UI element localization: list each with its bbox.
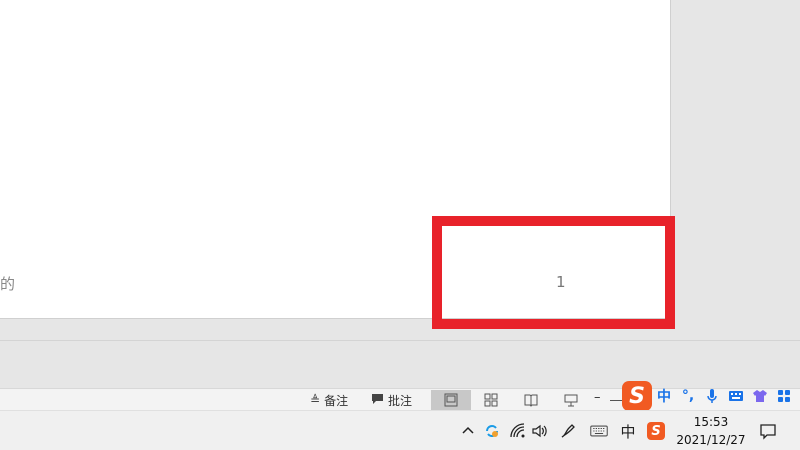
notes-icon: ≜ — [310, 393, 321, 407]
sogou-logo-icon[interactable]: S — [622, 381, 652, 411]
microphone-icon[interactable] — [700, 388, 724, 404]
comments-button[interactable]: 批注 — [371, 390, 412, 410]
document-canvas: 的 1 — [0, 0, 800, 340]
notes-button[interactable]: ≜ 备注 — [310, 390, 348, 410]
grid-view-icon — [484, 393, 498, 407]
sync-icon[interactable] — [482, 421, 502, 441]
highlight-annotation-box — [432, 216, 675, 329]
volume-icon[interactable] — [530, 421, 550, 441]
clock-date: 2021/12/27 — [676, 433, 746, 447]
comments-label: 批注 — [388, 393, 413, 408]
normal-view-button[interactable] — [431, 390, 471, 410]
pen-ink-icon[interactable] — [558, 421, 578, 441]
zoom-out-button[interactable]: – — [594, 390, 601, 405]
presentation-icon — [564, 394, 578, 407]
notification-center-icon[interactable] — [757, 421, 779, 441]
skin-shirt-icon[interactable] — [748, 388, 772, 404]
page-text-fragment: 的 — [0, 275, 16, 293]
system-clock[interactable]: 15:53 2021/12/27 — [670, 413, 752, 449]
book-icon — [524, 394, 538, 407]
show-hidden-icons-chevron-icon[interactable] — [460, 421, 476, 441]
normal-view-icon — [444, 393, 458, 407]
ime-punctuation-toggle[interactable]: °, — [676, 388, 700, 404]
clock-time: 15:53 — [693, 415, 729, 429]
input-language-indicator[interactable]: 中 — [618, 421, 638, 441]
slideshow-button[interactable] — [551, 390, 591, 410]
soft-keyboard-icon[interactable] — [724, 388, 748, 404]
windows-taskbar: 中 S 15:53 2021/12/27 — [0, 410, 800, 450]
reading-view-button[interactable] — [511, 390, 551, 410]
slide-sorter-button[interactable] — [471, 390, 511, 410]
sogou-small-logo: S — [647, 422, 665, 440]
notes-label: 备注 — [324, 393, 349, 408]
wifi-icon[interactable] — [508, 421, 528, 441]
sogou-tray-icon[interactable]: S — [646, 421, 666, 441]
sogou-ime-toolbar[interactable]: S 中 °, — [622, 380, 800, 412]
toolbox-grid-icon[interactable] — [772, 388, 796, 404]
comment-icon — [371, 393, 384, 408]
ime-mode-toggle[interactable]: 中 — [652, 386, 676, 406]
touch-keyboard-icon[interactable] — [587, 421, 611, 441]
